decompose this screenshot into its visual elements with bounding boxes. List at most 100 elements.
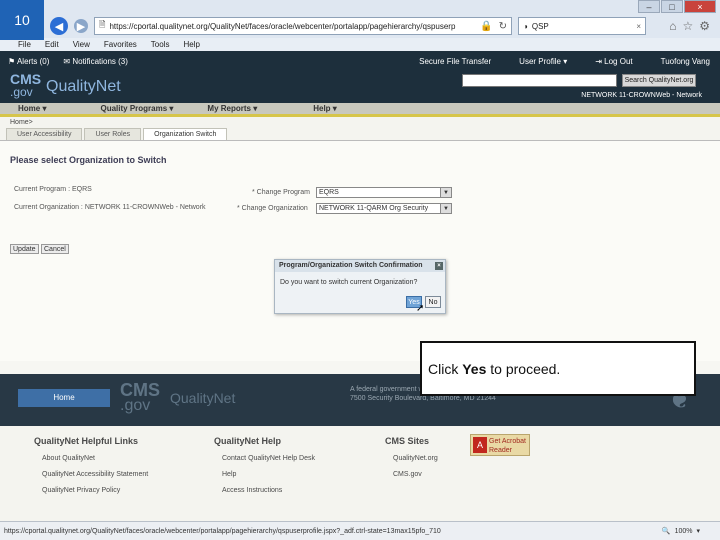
acrobat-reader-badge[interactable]: A Get Acrobat Reader — [470, 434, 530, 456]
chevron-down-icon: ▼ — [440, 204, 451, 213]
no-button[interactable]: No — [425, 296, 441, 308]
menu-tools[interactable]: Tools — [151, 40, 170, 49]
search-input[interactable] — [462, 74, 617, 87]
close-window-button[interactable]: × — [684, 0, 716, 13]
contact-help-desk-link[interactable]: Contact QualityNet Help Desk — [222, 455, 315, 462]
zoom-icon: 🔍 — [661, 528, 671, 535]
back-button[interactable]: ◀ — [50, 17, 68, 35]
home-icon[interactable]: ⌂ — [669, 19, 676, 33]
qualitynet-org-link[interactable]: QualityNet.org — [393, 455, 438, 462]
tab-favicon-icon: ◑ — [523, 21, 528, 31]
dialog-message: Do you want to switch current Organizati… — [280, 279, 418, 286]
utility-right: Secure File Transfer User Profile ▾ ⇥ Lo… — [419, 57, 720, 66]
menu-favorites[interactable]: Favorites — [104, 40, 137, 49]
user-profile-menu[interactable]: User Profile ▾ — [519, 57, 567, 66]
breadcrumb[interactable]: Home> — [0, 117, 720, 128]
maximize-button[interactable]: □ — [661, 0, 683, 13]
alerts-label: Alerts (0) — [16, 56, 50, 66]
content-area: Please select Organization to Switch Cur… — [0, 141, 720, 361]
dialog-title: Program/Organization Switch Confirmation… — [275, 260, 445, 272]
window-controls: – □ × — [638, 0, 716, 13]
tab-organization-switch[interactable]: Organization Switch — [143, 128, 228, 140]
address-icons: 🔒 ↻ — [480, 21, 511, 32]
refresh-icon[interactable]: ↻ — [499, 21, 507, 32]
menu-help[interactable]: Help — [183, 40, 199, 49]
cms-sites-title: CMS Sites — [385, 436, 430, 446]
header-band: CMS .gov QualityNet NETWORK 11-CROWNWeb … — [0, 71, 720, 103]
about-qualitynet-link[interactable]: About QualityNet — [42, 455, 148, 462]
envelope-icon: ✉ — [63, 56, 71, 66]
footer-home-button[interactable]: Home — [18, 389, 110, 407]
change-organization-label: * Change Organization — [237, 205, 308, 212]
page-icon: 🗎 — [99, 20, 106, 29]
nav-home[interactable]: Home ▾ — [18, 104, 46, 113]
status-bar: https://cportal.qualitynet.org/QualityNe… — [0, 521, 720, 540]
cancel-button[interactable]: Cancel — [41, 244, 69, 254]
favorites-star-icon[interactable]: ☆ — [682, 19, 693, 33]
helpful-links-title: QualityNet Helpful Links — [34, 436, 139, 446]
forward-arrow-icon: ▶ — [76, 20, 86, 33]
menu-file[interactable]: File — [18, 40, 31, 49]
nav-help[interactable]: Help ▾ — [313, 104, 337, 113]
current-program-label: Current Program : — [14, 186, 71, 193]
gov-logo: .gov — [10, 85, 33, 99]
search-button[interactable]: Search QualityNet.org — [622, 74, 696, 87]
current-org-value: NETWORK 11-CROWNWeb - Network — [84, 204, 206, 211]
current-program-value: EQRS — [71, 186, 92, 193]
acrobat-label: Get Acrobat Reader — [489, 438, 526, 454]
address-text: https://cportal.qualitynet.org/QualityNe… — [109, 21, 456, 31]
zoom-control[interactable]: 🔍 100% ▾ — [661, 527, 720, 536]
forward-button[interactable]: ▶ — [74, 19, 88, 33]
nav-my-reports[interactable]: My Reports ▾ — [207, 104, 257, 113]
footer-links: QualityNet Helpful Links About QualityNe… — [0, 426, 720, 521]
cms-sites-column: CMS Sites QualityNet.org CMS.gov — [385, 436, 438, 487]
back-arrow-icon: ◀ — [54, 20, 64, 33]
main-nav: Home ▾ Quality Programs ▾ My Reports ▾ H… — [0, 103, 720, 117]
help-link[interactable]: Help — [222, 471, 315, 478]
title-bar: – □ × — [0, 0, 720, 14]
browser-tab[interactable]: ◑ QSP × — [518, 17, 646, 35]
minimize-button[interactable]: – — [638, 0, 660, 13]
secure-file-transfer-link[interactable]: Secure File Transfer — [419, 57, 491, 66]
nav-quality-programs[interactable]: Quality Programs ▾ — [100, 104, 173, 113]
log-out-label: Log Out — [604, 56, 633, 66]
status-url: https://cportal.qualitynet.org/QualityNe… — [4, 527, 441, 535]
change-program-select[interactable]: EQRS ▼ — [316, 187, 452, 198]
network-label: NETWORK 11-CROWNWeb - Network — [581, 92, 702, 99]
access-instructions-link[interactable]: Access Instructions — [222, 487, 315, 494]
menu-edit[interactable]: Edit — [45, 40, 59, 49]
adobe-icon: A — [473, 437, 487, 453]
lock-icon[interactable]: 🔒 — [480, 21, 492, 32]
cms-gov-link[interactable]: CMS.gov — [393, 471, 438, 478]
bell-icon: ⚑ — [8, 56, 16, 66]
update-button[interactable]: Update — [10, 244, 39, 254]
accessibility-statement-link[interactable]: QualityNet Accessibility Statement — [42, 471, 148, 478]
current-organization: Current Organization : NETWORK 11-CROWNW… — [14, 204, 206, 211]
tab-close-icon[interactable]: × — [636, 22, 645, 31]
gear-icon[interactable]: ⚙ — [699, 19, 710, 33]
log-out-link[interactable]: ⇥ Log Out — [595, 57, 632, 66]
chevron-down-icon: ▼ — [440, 188, 451, 197]
callout-prefix: Click — [428, 361, 463, 377]
mouse-pointer-icon: ➚ — [416, 303, 425, 314]
nav-quality-programs-label: Quality Programs — [100, 104, 168, 113]
callout-emphasis: Yes — [462, 361, 487, 377]
tab-user-roles[interactable]: User Roles — [84, 128, 142, 140]
dialog-title-text: Program/Organization Switch Confirmation — [279, 262, 423, 269]
dialog-close-icon[interactable]: × — [435, 262, 443, 270]
utility-strip: ⚑ Alerts (0) ✉ Notifications (3) Secure … — [0, 51, 720, 71]
notifications-link[interactable]: ✉ Notifications (3) — [63, 57, 128, 66]
slide-number-badge: 10 — [0, 0, 44, 40]
subtabs: User Accessibility User Roles Organizati… — [0, 128, 720, 141]
help-column: QualityNet Help Contact QualityNet Help … — [214, 436, 315, 503]
alerts-link[interactable]: ⚑ Alerts (0) — [8, 57, 49, 66]
menu-view[interactable]: View — [73, 40, 90, 49]
chevron-down-icon: ▾ — [696, 528, 700, 535]
privacy-policy-link[interactable]: QualityNet Privacy Policy — [42, 487, 148, 494]
user-name: Tuofong Vang — [660, 56, 710, 66]
helpful-links-column: QualityNet Helpful Links About QualityNe… — [34, 436, 148, 503]
address-input[interactable]: 🗎 https://cportal.qualitynet.org/Quality… — [94, 17, 512, 35]
tab-user-accessibility[interactable]: User Accessibility — [6, 128, 83, 140]
change-organization-select[interactable]: NETWORK 11-QARM Org Security ▼ — [316, 203, 452, 214]
qualitynet-logo[interactable]: QualityNet — [46, 78, 121, 96]
